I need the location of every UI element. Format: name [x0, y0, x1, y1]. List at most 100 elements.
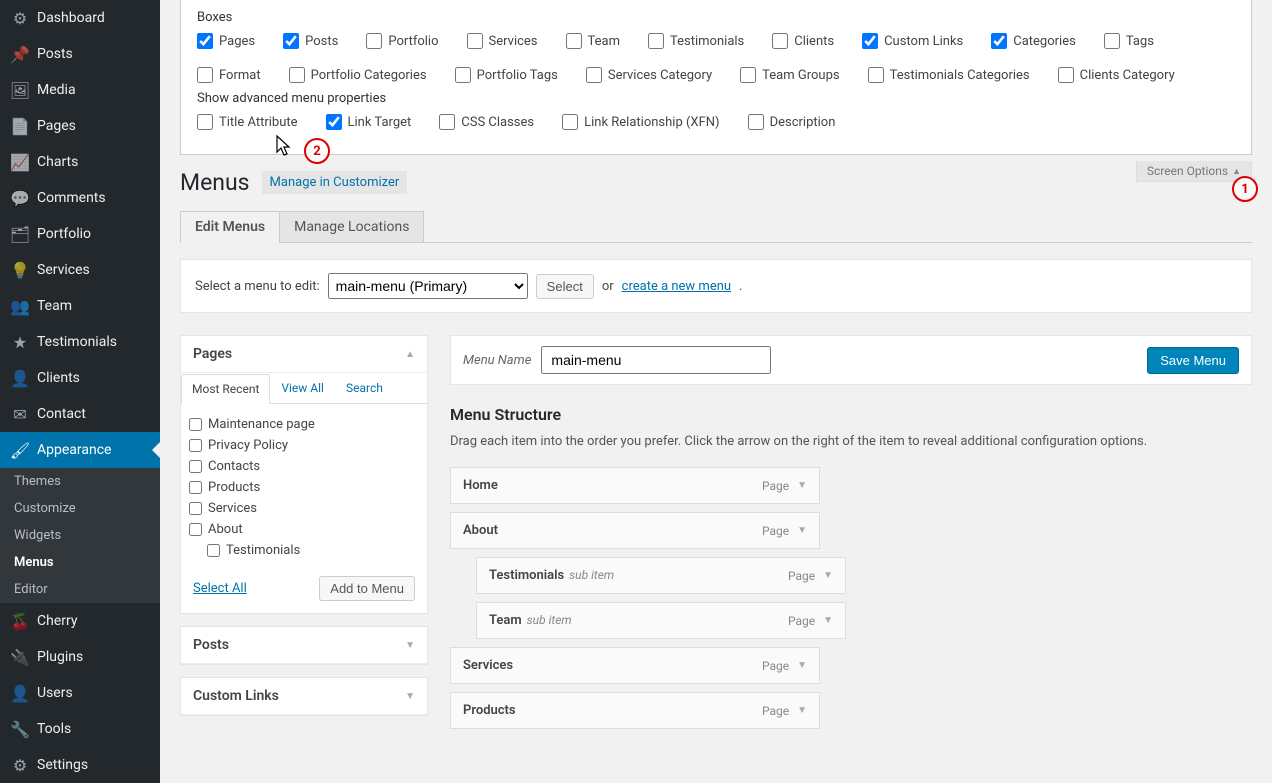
- checkbox[interactable]: [289, 67, 305, 83]
- sidebar-item-services[interactable]: 💡Services: [0, 252, 160, 288]
- box-option-clients-category[interactable]: Clients Category: [1058, 67, 1175, 83]
- checkbox[interactable]: [283, 33, 299, 49]
- checkbox[interactable]: [366, 33, 382, 49]
- checkbox[interactable]: [467, 33, 483, 49]
- sidebar-item-posts[interactable]: 📌Posts: [0, 36, 160, 72]
- sidebar-item-pages[interactable]: 📄Pages: [0, 108, 160, 144]
- checkbox[interactable]: [1058, 67, 1074, 83]
- triangle-down-icon[interactable]: ▼: [797, 660, 807, 671]
- page-item[interactable]: Contacts: [189, 456, 419, 477]
- box-option-portfolio-tags[interactable]: Portfolio Tags: [455, 67, 558, 83]
- page-item[interactable]: Privacy Policy: [189, 435, 419, 456]
- sidebar-item-testimonials[interactable]: ★Testimonials: [0, 324, 160, 360]
- page-checkbox[interactable]: [189, 481, 202, 494]
- adv-option-link-target[interactable]: Link Target: [326, 114, 412, 130]
- menu-item[interactable]: HomePage▼: [450, 467, 820, 504]
- sidebar-item-charts[interactable]: 📈Charts: [0, 144, 160, 180]
- subtab-most-recent[interactable]: Most Recent: [181, 374, 270, 404]
- box-option-custom-links[interactable]: Custom Links: [862, 33, 963, 49]
- submenu-item-themes[interactable]: Themes: [0, 468, 160, 495]
- checkbox[interactable]: [566, 33, 582, 49]
- page-item[interactable]: About: [189, 519, 419, 540]
- page-checkbox[interactable]: [207, 544, 220, 557]
- checkbox[interactable]: [197, 114, 213, 130]
- submenu-item-customize[interactable]: Customize: [0, 495, 160, 522]
- manage-in-customizer-link[interactable]: Manage in Customizer: [262, 171, 408, 194]
- sidebar-item-plugins[interactable]: 🔌Plugins: [0, 639, 160, 675]
- checkbox[interactable]: [862, 33, 878, 49]
- sidebar-item-appearance[interactable]: 🖌 Appearance: [0, 432, 160, 468]
- checkbox[interactable]: [197, 33, 213, 49]
- checkbox[interactable]: [1104, 33, 1120, 49]
- menu-item[interactable]: ProductsPage▼: [450, 692, 820, 729]
- save-menu-button[interactable]: Save Menu: [1147, 347, 1239, 374]
- sidebar-item-clients[interactable]: 👤Clients: [0, 360, 160, 396]
- page-checkbox[interactable]: [189, 439, 202, 452]
- checkbox[interactable]: [455, 67, 471, 83]
- page-checkbox[interactable]: [189, 523, 202, 536]
- subtab-search[interactable]: Search: [335, 373, 394, 403]
- sidebar-item-cherry[interactable]: 🍒Cherry: [0, 603, 160, 639]
- page-checkbox[interactable]: [189, 418, 202, 431]
- checkbox[interactable]: [648, 33, 664, 49]
- box-option-posts[interactable]: Posts: [283, 33, 338, 49]
- checkbox[interactable]: [197, 67, 213, 83]
- box-option-categories[interactable]: Categories: [991, 33, 1076, 49]
- menu-item[interactable]: Teamsub itemPage▼: [476, 602, 846, 639]
- adv-option-title-attribute[interactable]: Title Attribute: [197, 114, 298, 130]
- sidebar-item-media[interactable]: 🖼Media: [0, 72, 160, 108]
- submenu-item-editor[interactable]: Editor: [0, 576, 160, 603]
- sidebar-item-contact[interactable]: ✉Contact: [0, 396, 160, 432]
- tab-manage-locations[interactable]: Manage Locations: [279, 211, 424, 243]
- box-option-testimonials-categories[interactable]: Testimonials Categories: [868, 67, 1030, 83]
- triangle-down-icon[interactable]: ▼: [797, 705, 807, 716]
- box-option-team-groups[interactable]: Team Groups: [740, 67, 839, 83]
- select-all-link[interactable]: Select All: [193, 581, 247, 596]
- sidebar-item-comments[interactable]: 💬Comments: [0, 180, 160, 216]
- page-item[interactable]: Products: [189, 477, 419, 498]
- checkbox[interactable]: [740, 67, 756, 83]
- box-option-portfolio-categories[interactable]: Portfolio Categories: [289, 67, 427, 83]
- sidebar-item-team[interactable]: 👥Team: [0, 288, 160, 324]
- page-item[interactable]: Services: [189, 498, 419, 519]
- box-option-testimonials[interactable]: Testimonials: [648, 33, 744, 49]
- create-new-menu-link[interactable]: create a new menu: [622, 279, 731, 294]
- menu-select[interactable]: main-menu (Primary): [328, 273, 528, 299]
- sidebar-item-portfolio[interactable]: 🗂Portfolio: [0, 216, 160, 252]
- checkbox[interactable]: [772, 33, 788, 49]
- box-option-services[interactable]: Services: [467, 33, 538, 49]
- menu-item[interactable]: Testimonialssub itemPage▼: [476, 557, 846, 594]
- page-item[interactable]: Maintenance page: [189, 414, 419, 435]
- triangle-down-icon[interactable]: ▼: [797, 525, 807, 536]
- box-option-team[interactable]: Team: [566, 33, 621, 49]
- checkbox[interactable]: [326, 114, 342, 130]
- sidebar-item-tools[interactable]: 🔧Tools: [0, 711, 160, 747]
- checkbox[interactable]: [586, 67, 602, 83]
- box-option-clients[interactable]: Clients: [772, 33, 834, 49]
- sidebar-item-settings[interactable]: ⚙Settings: [0, 747, 160, 783]
- tab-edit-menus[interactable]: Edit Menus: [180, 211, 280, 243]
- triangle-down-icon[interactable]: ▼: [797, 480, 807, 491]
- menu-item[interactable]: ServicesPage▼: [450, 647, 820, 684]
- triangle-down-icon[interactable]: ▼: [823, 615, 833, 626]
- box-option-tags[interactable]: Tags: [1104, 33, 1154, 49]
- metabox-custom links-toggle[interactable]: Custom Links▼: [181, 678, 427, 715]
- adv-option-css-classes[interactable]: CSS Classes: [439, 114, 534, 130]
- adv-option-link-relationship-xfn-[interactable]: Link Relationship (XFN): [562, 114, 719, 130]
- checkbox[interactable]: [868, 67, 884, 83]
- box-option-pages[interactable]: Pages: [197, 33, 255, 49]
- metabox-pages-toggle[interactable]: Pages ▲: [181, 336, 427, 373]
- screen-options-toggle[interactable]: Screen Options ▲: [1136, 161, 1252, 182]
- box-option-portfolio[interactable]: Portfolio: [366, 33, 438, 49]
- metabox-posts-toggle[interactable]: Posts▼: [181, 627, 427, 664]
- sidebar-item-dashboard[interactable]: ⚙Dashboard: [0, 0, 160, 36]
- select-button[interactable]: Select: [536, 274, 594, 299]
- add-to-menu-button[interactable]: Add to Menu: [319, 576, 415, 601]
- submenu-item-menus[interactable]: Menus: [0, 549, 160, 576]
- menu-item[interactable]: AboutPage▼: [450, 512, 820, 549]
- checkbox[interactable]: [748, 114, 764, 130]
- triangle-down-icon[interactable]: ▼: [823, 570, 833, 581]
- page-checkbox[interactable]: [189, 460, 202, 473]
- menu-name-input[interactable]: [541, 346, 771, 374]
- sidebar-item-users[interactable]: 👤Users: [0, 675, 160, 711]
